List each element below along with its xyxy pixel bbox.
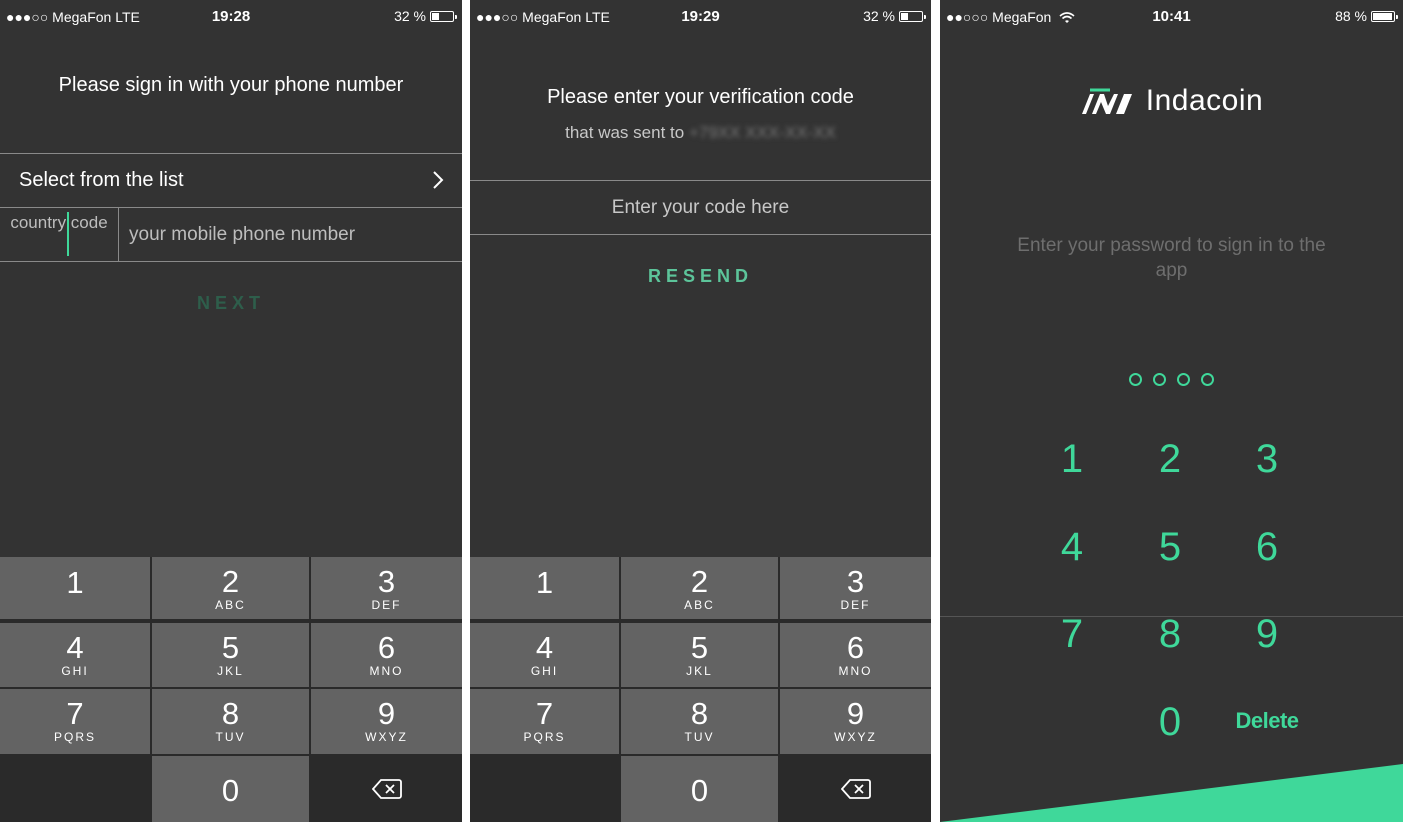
pin-dot bbox=[1129, 373, 1142, 386]
battery-percent: 32 % bbox=[394, 8, 426, 24]
resend-button[interactable]: RESEND bbox=[470, 266, 931, 287]
verification-code-input[interactable] bbox=[470, 181, 931, 234]
key-8[interactable]: 8 TUV bbox=[152, 689, 309, 754]
numeric-keypad: 1 2 ABC 3 DEF 4 GHI 5 JKL 6 MNO 7 PQRS 8 TUV 9W… bbox=[0, 557, 462, 822]
text-cursor bbox=[67, 212, 69, 256]
battery-percent: 88 % bbox=[1335, 8, 1367, 24]
passcode-screen: ●●○○○ MegaFon 10:41 88 % Indacoin Enter … bbox=[940, 0, 1403, 822]
accent-swoosh bbox=[940, 764, 1403, 822]
pin-key-2[interactable]: 2 bbox=[1130, 437, 1210, 481]
backspace-icon bbox=[840, 779, 871, 799]
key-7[interactable]: 7 PQRS bbox=[470, 689, 619, 754]
select-from-list-label: Select from the list bbox=[19, 169, 184, 191]
indacoin-logo-mark-icon bbox=[1081, 88, 1136, 114]
status-bar: ●●●○○ MegaFon LTE 19:28 32 % bbox=[0, 0, 462, 32]
key-4[interactable]: 4 GHI bbox=[470, 623, 619, 687]
pin-key-0[interactable]: 0 bbox=[1130, 700, 1210, 744]
masked-phone-number: +79XX XXX-XX-XX bbox=[688, 123, 836, 142]
key-2[interactable]: 2 ABC bbox=[152, 557, 309, 619]
pin-dot bbox=[1153, 373, 1166, 386]
key-9[interactable]: 9 WXYZ bbox=[780, 689, 931, 754]
key-0[interactable]: 0 bbox=[152, 756, 309, 822]
key-blank bbox=[470, 756, 619, 822]
country-select-row[interactable]: Select from the list bbox=[0, 154, 462, 207]
key-4[interactable]: 4 GHI bbox=[0, 623, 150, 687]
key-6[interactable]: 6 MNO bbox=[311, 623, 462, 687]
password-prompt: Enter your password to sign in to the ap… bbox=[1017, 235, 1326, 281]
page-subtitle: that was sent to +79XX XXX-XX-XX bbox=[470, 123, 931, 143]
key-3[interactable]: 3 DEF bbox=[780, 557, 931, 619]
status-bar: ●●●○○ MegaFon LTE 19:29 32 % bbox=[470, 0, 931, 32]
phone-signin-screen: ●●●○○ MegaFon LTE 19:28 32 % Please sign… bbox=[0, 0, 462, 822]
backspace-icon bbox=[371, 779, 402, 799]
divider bbox=[470, 234, 931, 235]
key-3[interactable]: 3 DEF bbox=[311, 557, 462, 619]
key-2[interactable]: 2 ABC bbox=[621, 557, 778, 619]
battery-indicator: 32 % bbox=[863, 8, 926, 24]
key-6[interactable]: 6 MNO bbox=[780, 623, 931, 687]
key-5[interactable]: 5 JKL bbox=[152, 623, 309, 687]
divider bbox=[0, 261, 462, 262]
battery-icon bbox=[430, 10, 457, 22]
battery-percent: 32 % bbox=[863, 8, 895, 24]
pin-key-3[interactable]: 3 bbox=[1227, 437, 1307, 481]
battery-indicator: 32 % bbox=[394, 8, 457, 24]
key-8[interactable]: 8 TUV bbox=[621, 689, 778, 754]
key-0[interactable]: 0 bbox=[621, 756, 778, 822]
pin-key-8[interactable]: 8 bbox=[1130, 612, 1210, 656]
key-1[interactable]: 1 bbox=[470, 557, 619, 619]
pin-dot bbox=[1177, 373, 1190, 386]
pin-dots bbox=[940, 373, 1403, 386]
pin-key-7[interactable]: 7 bbox=[1032, 612, 1112, 656]
indacoin-logo: Indacoin bbox=[940, 84, 1403, 118]
pin-dot bbox=[1201, 373, 1214, 386]
status-bar: ●●○○○ MegaFon 10:41 88 % bbox=[940, 0, 1403, 32]
sent-to-label: that was sent to bbox=[565, 123, 685, 142]
next-button[interactable]: NEXT bbox=[0, 293, 462, 314]
key-1[interactable]: 1 bbox=[0, 557, 150, 619]
chevron-right-icon bbox=[433, 171, 444, 189]
clock: 19:29 bbox=[681, 8, 720, 25]
pin-key-6[interactable]: 6 bbox=[1227, 525, 1307, 569]
key-blank bbox=[0, 756, 150, 822]
battery-icon bbox=[1371, 10, 1398, 22]
key-9[interactable]: 9 WXYZ bbox=[311, 689, 462, 754]
key-7[interactable]: 7 PQRS bbox=[0, 689, 150, 754]
key-5[interactable]: 5 JKL bbox=[621, 623, 778, 687]
page-title: Please sign in with your phone number bbox=[58, 74, 404, 96]
pin-key-4[interactable]: 4 bbox=[1032, 525, 1112, 569]
numeric-keypad: 1 2 ABC 3 DEF 4 GHI 5 JKL 6 MNO 7 PQRS 8 TUV 9W… bbox=[470, 557, 931, 822]
pin-key-1[interactable]: 1 bbox=[1032, 437, 1112, 481]
pin-key-9[interactable]: 9 bbox=[1227, 612, 1307, 656]
brand-name: Indacoin bbox=[1145, 84, 1264, 117]
verification-code-screen: ●●●○○ MegaFon LTE 19:29 32 % Please ente… bbox=[470, 0, 931, 822]
clock: 10:41 bbox=[1152, 8, 1191, 25]
battery-indicator: 88 % bbox=[1335, 8, 1398, 24]
clock: 19:28 bbox=[211, 8, 251, 25]
phone-number-input[interactable] bbox=[119, 208, 462, 261]
battery-icon bbox=[899, 10, 926, 22]
country-code-field[interactable]: country code bbox=[0, 208, 118, 261]
pin-key-5[interactable]: 5 bbox=[1130, 525, 1210, 569]
page-title: Please enter your verification code bbox=[547, 86, 854, 108]
delete-button[interactable]: Delete bbox=[1222, 708, 1312, 734]
backspace-key[interactable] bbox=[780, 756, 931, 822]
backspace-key[interactable] bbox=[311, 756, 462, 822]
